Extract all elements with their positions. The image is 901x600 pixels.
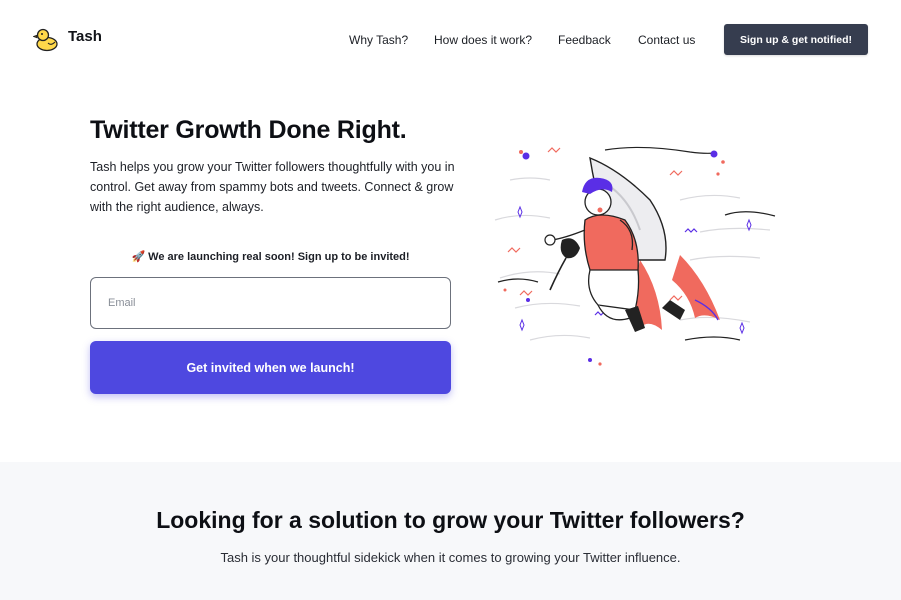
nav-link-contact-us[interactable]: Contact us xyxy=(638,33,695,47)
nav-link-why-tash[interactable]: Why Tash? xyxy=(349,33,408,47)
launch-note: 🚀 We are launching real soon! Sign up to … xyxy=(90,250,451,263)
rocket-person-illustration xyxy=(494,146,776,366)
rocket-icon: 🚀 xyxy=(131,251,146,263)
section-title: Looking for a solution to grow your Twit… xyxy=(156,507,745,533)
launch-note-text: We are launching real soon! Sign up to b… xyxy=(148,251,410,263)
get-invited-button[interactable]: Get invited when we launch! xyxy=(90,341,451,394)
hero-description: Tash helps you grow your Twitter followe… xyxy=(90,160,455,214)
nav-link-feedback[interactable]: Feedback xyxy=(558,33,611,47)
signup-notify-button[interactable]: Sign up & get notified! xyxy=(724,24,868,55)
top-navigation: Tash Why Tash? How does it work? Feedbac… xyxy=(0,0,901,80)
nav-link-how-it-works[interactable]: How does it work? xyxy=(434,33,532,47)
features-intro-section: Looking for a solution to grow your Twit… xyxy=(0,462,901,600)
email-input[interactable] xyxy=(90,277,451,329)
section-subtitle: Tash is your thoughtful sidekick when it… xyxy=(220,550,681,565)
hero-title: Twitter Growth Done Right. xyxy=(90,116,407,144)
